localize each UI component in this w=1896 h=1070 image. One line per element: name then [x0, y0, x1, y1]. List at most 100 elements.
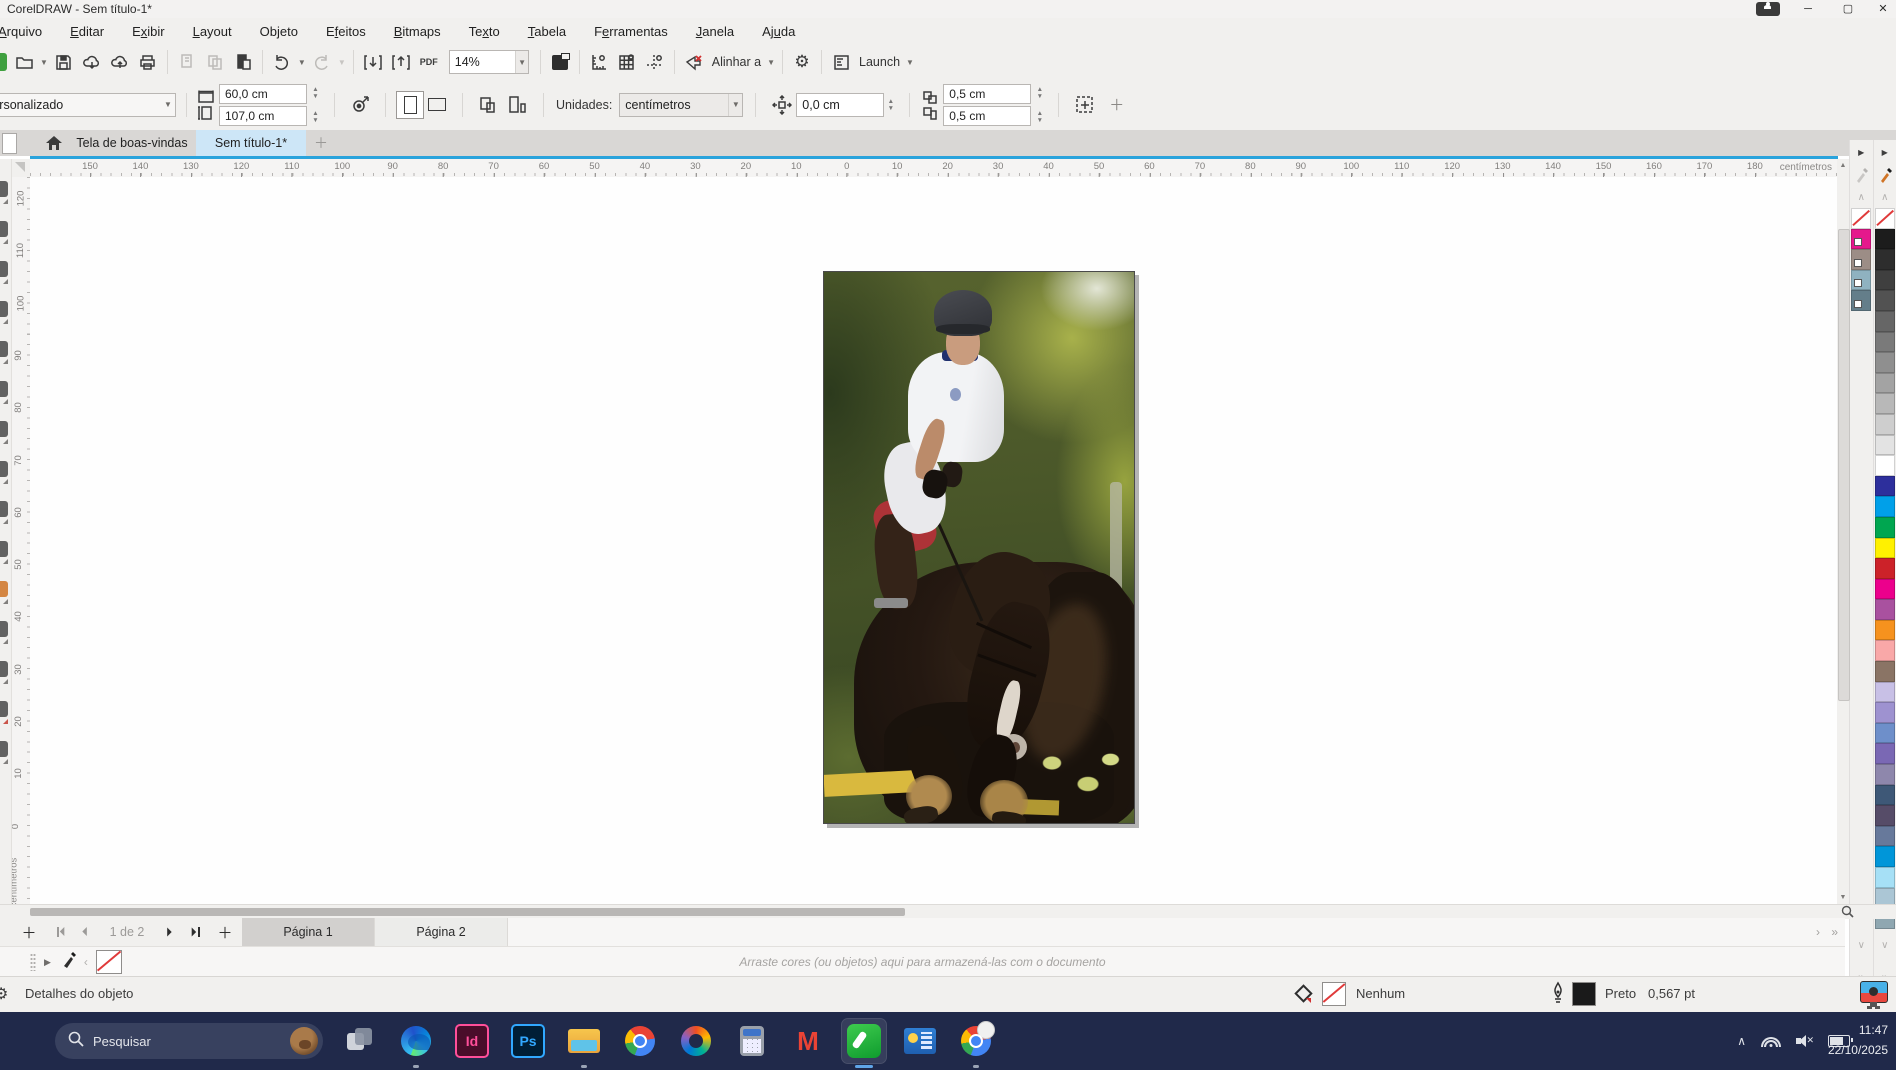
close-button[interactable]: ✕: [1868, 1, 1896, 17]
fill-color-swatch[interactable]: [1322, 982, 1346, 1006]
tool-icon-partial[interactable]: [0, 621, 8, 637]
color-swatch[interactable]: [1875, 640, 1895, 661]
color-swatch[interactable]: [1875, 743, 1895, 764]
page-preset-combo[interactable]: ▼: [0, 93, 176, 117]
color-swatch[interactable]: [1875, 393, 1895, 414]
tab-welcome-screen[interactable]: Tela de boas-vindas: [68, 130, 196, 156]
page-tab-1[interactable]: Página 1: [242, 918, 375, 946]
tool-icon-partial[interactable]: [0, 701, 8, 717]
scroll-down-arrow[interactable]: ▼: [1837, 894, 1849, 901]
taskbar-icon-photoshop[interactable]: Ps: [506, 1019, 550, 1063]
doc-palette-flyout-arrow[interactable]: ▶: [1850, 148, 1873, 157]
tool-icon-partial[interactable]: [0, 501, 8, 517]
redo-icon[interactable]: [308, 49, 336, 75]
color-swatch[interactable]: [1875, 558, 1895, 579]
taskbar-icon-presentation[interactable]: [898, 1019, 942, 1063]
units-value[interactable]: [620, 98, 728, 112]
color-swatch[interactable]: [1875, 476, 1895, 497]
color-swatch[interactable]: [1875, 538, 1895, 559]
taskbar-icon-gmail[interactable]: M: [786, 1019, 830, 1063]
tool-icon-partial[interactable]: [0, 381, 8, 397]
height-spinner[interactable]: ▲▼: [309, 106, 322, 128]
color-swatch[interactable]: [1875, 496, 1895, 517]
palette-scroll-down[interactable]: ∨: [1874, 940, 1896, 951]
drawing-canvas[interactable]: [30, 177, 1837, 904]
show-guidelines-icon[interactable]: [641, 49, 669, 75]
palette-scroll-up[interactable]: ∧: [1874, 192, 1896, 203]
home-tab-button[interactable]: [40, 130, 68, 156]
color-swatch[interactable]: [1851, 270, 1871, 291]
open-dropdown-caret[interactable]: ▼: [40, 58, 48, 67]
save-icon[interactable]: [50, 49, 78, 75]
doc-palette-eyedropper-icon[interactable]: [1850, 166, 1873, 184]
undo-icon[interactable]: [268, 49, 296, 75]
pagenav-more[interactable]: »: [1831, 918, 1838, 946]
undo-dropdown-caret[interactable]: ▼: [298, 58, 306, 67]
color-swatch[interactable]: [1875, 290, 1895, 311]
horizontal-ruler[interactable]: centímetros 1501401301201101009080706050…: [30, 159, 1838, 177]
launch-icon[interactable]: [827, 49, 855, 75]
new-document-icon[interactable]: [0, 53, 7, 71]
cut-icon[interactable]: [173, 49, 201, 75]
taskbar-icon-edge[interactable]: [394, 1019, 438, 1063]
width-spinner[interactable]: ▲▼: [309, 82, 322, 104]
doc-palette-scroll-down[interactable]: ∨: [1850, 940, 1873, 951]
export-icon[interactable]: [387, 49, 415, 75]
horizontal-scroll-thumb[interactable]: [30, 908, 905, 916]
palette-flyout-arrow[interactable]: ▶: [1874, 148, 1896, 157]
align-to-label[interactable]: Alinhar a: [712, 55, 761, 69]
color-swatch[interactable]: [1875, 249, 1895, 270]
current-page-icon[interactable]: [503, 92, 531, 118]
wifi-icon[interactable]: [1762, 1034, 1780, 1048]
menu-texto[interactable]: Texto: [455, 24, 514, 39]
taskbar-icon-coreldraw[interactable]: [842, 1019, 886, 1063]
page-height-field[interactable]: [219, 106, 307, 126]
nudge-field[interactable]: [796, 93, 884, 117]
taskbar-icon-copilot[interactable]: [674, 1019, 718, 1063]
color-swatch[interactable]: [1875, 764, 1895, 785]
vertical-ruler[interactable]: centímetros 1201101009080706050403020100: [12, 177, 30, 904]
color-swatch[interactable]: [1875, 867, 1895, 888]
pagenav-scroll-right[interactable]: ›: [1816, 918, 1820, 946]
page-width-input[interactable]: [220, 87, 306, 101]
page-tab-2[interactable]: Página 2: [375, 918, 508, 946]
taskbar-icon-file-explorer[interactable]: [562, 1019, 606, 1063]
doc-palette-scroll-up[interactable]: ∧: [1850, 192, 1873, 203]
fill-indicator-icon[interactable]: [1293, 983, 1315, 1008]
color-swatch[interactable]: [1875, 435, 1895, 456]
add-page-button-2[interactable]: ＋: [208, 922, 242, 943]
color-swatch[interactable]: [1875, 785, 1895, 806]
menu-efeitos[interactable]: Efeitos: [312, 24, 380, 39]
menu-bitmaps[interactable]: Bitmaps: [380, 24, 455, 39]
color-swatch[interactable]: [1851, 249, 1871, 270]
units-combo[interactable]: ▼: [619, 93, 743, 117]
color-swatch[interactable]: [1875, 661, 1895, 682]
status-gear-icon[interactable]: ⚙: [0, 984, 8, 1004]
color-swatch[interactable]: [1875, 702, 1895, 723]
color-swatch[interactable]: [1875, 332, 1895, 353]
tool-icon-partial[interactable]: [0, 581, 8, 597]
color-swatch[interactable]: [1875, 723, 1895, 744]
taskbar-icon-task-view[interactable]: [338, 1019, 382, 1063]
scale-factor-icon[interactable]: [347, 92, 375, 118]
color-swatch[interactable]: [1875, 270, 1895, 291]
tool-icon-partial[interactable]: [0, 741, 8, 757]
taskbar-clock[interactable]: 11:47 22/10/2025: [1828, 1020, 1888, 1061]
menu-ferramentas[interactable]: Ferramentas: [580, 24, 682, 39]
color-swatch[interactable]: [1851, 290, 1871, 311]
menu-tabela[interactable]: Tabela: [514, 24, 580, 39]
ruler-origin-corner[interactable]: [12, 159, 30, 177]
align-to-caret[interactable]: ▼: [767, 58, 775, 67]
publish-pdf-icon[interactable]: PDF: [415, 49, 443, 75]
color-swatch[interactable]: [1875, 311, 1895, 332]
color-swatch[interactable]: [1875, 373, 1895, 394]
new-tab-plus[interactable]: ＋: [312, 135, 330, 151]
color-swatch[interactable]: [1875, 229, 1895, 250]
color-swatch[interactable]: [1875, 826, 1895, 847]
duplicate-y-field[interactable]: [943, 106, 1031, 126]
duplicate-x-spinner[interactable]: ▲▼: [1033, 82, 1046, 104]
color-swatch[interactable]: [1875, 846, 1895, 867]
no-color-swatch[interactable]: [1851, 208, 1871, 229]
color-swatch[interactable]: [1875, 620, 1895, 641]
color-swatch[interactable]: [1851, 229, 1871, 250]
